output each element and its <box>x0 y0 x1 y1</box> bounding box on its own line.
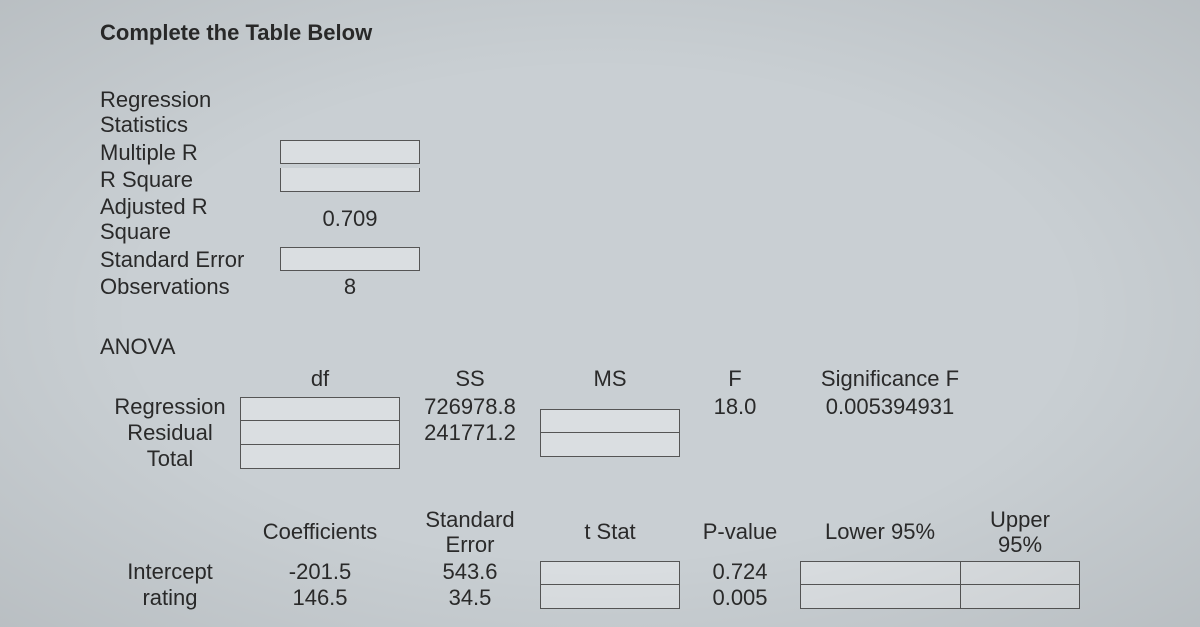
anova-df-residual-input[interactable] <box>240 421 400 445</box>
adj-r-square-label: Adjusted R Square <box>100 193 280 246</box>
regression-statistics-block: Regression Statistics Multiple R R Squar… <box>100 86 1100 300</box>
coef-tstat-inputs <box>540 561 680 609</box>
coef-lower95-inputs <box>800 561 960 609</box>
anova-title: ANOVA <box>100 334 1100 360</box>
coef-intercept-upper95-input[interactable] <box>960 561 1080 585</box>
multiple-r-label: Multiple R <box>100 139 280 166</box>
std-error-input[interactable] <box>280 247 420 271</box>
coef-hd-coefficients: Coefficients <box>240 518 400 546</box>
coef-intercept-coef: -201.5 <box>240 559 400 585</box>
anova-df-inputs <box>240 397 400 469</box>
coef-intercept-pvalue: 0.724 <box>680 559 800 585</box>
anova-ms-regression-input[interactable] <box>540 409 680 433</box>
coef-hd-upper95: Upper 95% <box>960 506 1080 558</box>
anova-ms-residual-input[interactable] <box>540 433 680 457</box>
anova-hd-ss: SS <box>400 364 540 394</box>
coef-intercept-label: Intercept <box>100 559 240 585</box>
coef-hd-pvalue: P-value <box>680 518 800 546</box>
anova-regression-label: Regression <box>100 394 240 420</box>
observations-label: Observations <box>100 273 280 300</box>
anova-ms-inputs <box>540 409 680 457</box>
coef-rating-pvalue: 0.005 <box>680 585 800 611</box>
coef-rating-stderr: 34.5 <box>400 585 540 611</box>
anova-df-regression-input[interactable] <box>240 397 400 421</box>
anova-hd-f: F <box>680 364 790 394</box>
anova-hd-ms: MS <box>540 364 680 394</box>
coef-hd-tstat: t Stat <box>540 518 680 546</box>
coef-intercept-lower95-input[interactable] <box>800 561 960 585</box>
coef-rating-label: rating <box>100 585 240 611</box>
anova-f-regression: 18.0 <box>680 394 790 420</box>
coef-rating-tstat-input[interactable] <box>540 585 680 609</box>
page-title: Complete the Table Below <box>100 20 1100 46</box>
adj-r-square-value: 0.709 <box>280 206 420 232</box>
anova-residual-label: Residual <box>100 420 240 446</box>
coefficients-table: Coefficients Standard Error t Stat P-val… <box>100 506 1100 610</box>
coef-rating-lower95-input[interactable] <box>800 585 960 609</box>
coef-upper95-inputs <box>960 561 1080 609</box>
anova-ss-residual: 241771.2 <box>400 420 540 446</box>
std-error-label: Standard Error <box>100 246 280 273</box>
anova-ss-regression: 726978.8 <box>400 394 540 420</box>
anova-hd-sigf: Significance F <box>790 364 990 394</box>
observations-value: 8 <box>280 274 420 300</box>
coef-hd-stderr: Standard Error <box>400 506 540 558</box>
r-square-label: R Square <box>100 166 280 193</box>
anova-hd-df: df <box>240 364 400 394</box>
anova-table: df SS MS F Significance F Regression Res… <box>100 364 1100 472</box>
worksheet-page: Complete the Table Below Regression Stat… <box>0 0 1200 627</box>
multiple-r-input[interactable] <box>280 140 420 164</box>
coef-hd-lower95: Lower 95% <box>800 518 960 546</box>
anova-total-label: Total <box>100 446 240 472</box>
anova-sigf-regression: 0.005394931 <box>790 394 990 420</box>
coef-intercept-stderr: 543.6 <box>400 559 540 585</box>
r-square-input[interactable] <box>280 168 420 192</box>
regstats-heading-1: Regression <box>100 87 211 112</box>
coef-rating-upper95-input[interactable] <box>960 585 1080 609</box>
regstats-heading-2: Statistics <box>100 112 188 137</box>
coef-intercept-tstat-input[interactable] <box>540 561 680 585</box>
anova-df-total-input[interactable] <box>240 445 400 469</box>
regstats-heading: Regression Statistics <box>100 86 280 139</box>
coef-rating-coef: 146.5 <box>240 585 400 611</box>
